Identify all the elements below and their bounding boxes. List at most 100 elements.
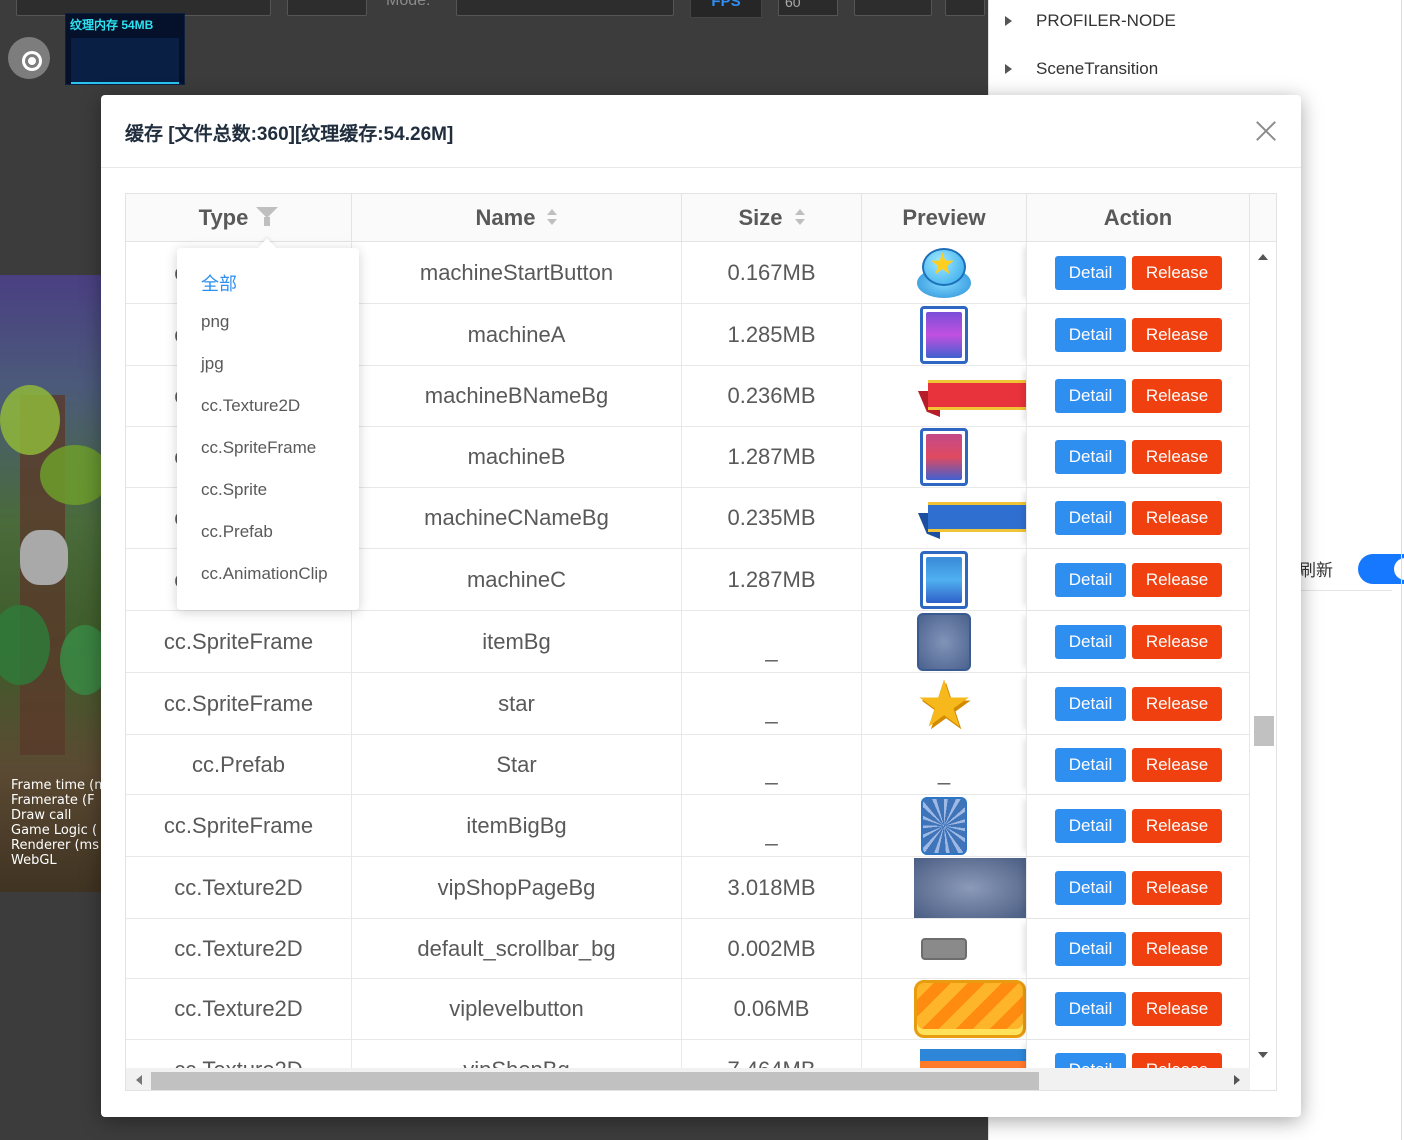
- expand-arrow-icon[interactable]: [1005, 64, 1012, 74]
- fps-button[interactable]: FPS: [690, 0, 762, 18]
- expand-arrow-icon[interactable]: [1005, 16, 1012, 26]
- filter-option[interactable]: cc.Prefab: [201, 522, 273, 542]
- column-header-label: Preview: [902, 205, 986, 230]
- cell-preview: [862, 919, 1026, 978]
- detail-button[interactable]: Detail: [1055, 747, 1126, 782]
- column-header-label: Type: [198, 205, 249, 230]
- cell-type: cc.SpriteFrame: [126, 611, 352, 672]
- preview-image: [914, 980, 1026, 1038]
- cell-type: cc.Texture2D: [126, 979, 352, 1039]
- detail-button[interactable]: Detail: [1055, 501, 1126, 535]
- release-button[interactable]: Release: [1132, 992, 1222, 1026]
- scroll-thumb[interactable]: [1254, 716, 1274, 746]
- detail-button[interactable]: Detail: [1055, 379, 1126, 413]
- horizontal-scrollbar[interactable]: [126, 1068, 1250, 1090]
- toolbar-button[interactable]: [287, 0, 367, 16]
- cell-action: DetailRelease: [1026, 795, 1250, 856]
- release-button[interactable]: Release: [1132, 501, 1222, 535]
- scroll-left-icon[interactable]: [136, 1075, 142, 1085]
- detail-button[interactable]: Detail: [1055, 317, 1126, 352]
- detail-button[interactable]: Detail: [1055, 440, 1126, 474]
- filter-option[interactable]: cc.SpriteFrame: [201, 438, 316, 458]
- cell-action: DetailRelease: [1026, 979, 1250, 1039]
- release-button[interactable]: Release: [1132, 440, 1222, 474]
- texture-memory-widget[interactable]: 纹理内存 54MB: [65, 13, 185, 85]
- filter-option[interactable]: jpg: [201, 354, 224, 374]
- detail-button[interactable]: Detail: [1055, 992, 1126, 1026]
- cell-size: 0.236MB: [682, 366, 862, 426]
- scroll-up-icon[interactable]: [1258, 254, 1268, 260]
- detail-button[interactable]: Detail: [1055, 1053, 1126, 1068]
- size-value: 7.464MB: [727, 1057, 815, 1068]
- fps-input[interactable]: 60: [778, 0, 838, 16]
- cell-name: itemBigBg: [352, 795, 682, 856]
- release-button[interactable]: Release: [1132, 747, 1222, 782]
- toolbar-button-2[interactable]: [854, 0, 932, 16]
- release-button[interactable]: Release: [1132, 562, 1222, 597]
- table-row[interactable]: cc.Texture2DvipShopBg 7.464MB Detail Releas…: [126, 1040, 1250, 1068]
- filter-icon[interactable]: [256, 207, 279, 227]
- detail-button[interactable]: Detail: [1055, 808, 1126, 843]
- cell-name: machineBNameBg: [352, 366, 682, 426]
- cell-name: star: [352, 673, 682, 734]
- column-header-label: Size: [738, 205, 783, 230]
- cell-size: 0.002MB: [682, 919, 862, 978]
- release-button[interactable]: Release: [1132, 317, 1222, 352]
- refresh-toggle[interactable]: [1358, 554, 1404, 584]
- release-button[interactable]: Release: [1132, 686, 1222, 721]
- table-row[interactable]: cc.Texture2D viplevelbutton 0.06MB Detail Re…: [126, 979, 1250, 1040]
- size-value: 1.287MB: [727, 444, 816, 469]
- detail-button[interactable]: Detail: [1055, 255, 1126, 290]
- cell-size: _: [682, 735, 862, 794]
- cell-name: vipShopBg: [352, 1040, 682, 1068]
- table-header: Type Name Size Preview Action: [126, 194, 1276, 242]
- column-header-type[interactable]: Type: [126, 194, 352, 242]
- sort-icon[interactable]: [547, 209, 558, 226]
- tree-item-profiler-node[interactable]: PROFILER-NODE: [1005, 11, 1176, 31]
- cell-size: _: [682, 673, 862, 734]
- tree-item-scene-transition[interactable]: SceneTransition: [1005, 59, 1158, 79]
- toolbar-button-3[interactable]: [945, 0, 985, 16]
- table-row[interactable]: cc.SpriteFrame itemBg _ Detail Release: [126, 611, 1250, 673]
- column-header-size[interactable]: Size: [682, 194, 862, 242]
- detail-button[interactable]: Detail: [1055, 686, 1126, 721]
- column-header-preview: Preview: [862, 194, 1026, 242]
- filter-option[interactable]: cc.Sprite: [201, 480, 267, 500]
- filter-option[interactable]: 全部: [201, 270, 237, 296]
- table-row[interactable]: cc.Prefab Star _ _ Detail Release: [126, 735, 1250, 795]
- scroll-down-icon[interactable]: [1258, 1052, 1268, 1058]
- release-button[interactable]: Release: [1132, 931, 1222, 966]
- table-row[interactable]: cc.Texture2D default_scrollbar_bg 0.002MB D…: [126, 919, 1250, 979]
- detail-button[interactable]: Detail: [1055, 870, 1126, 905]
- filter-option[interactable]: cc.AnimationClip: [201, 564, 328, 584]
- scroll-right-icon[interactable]: [1234, 1075, 1240, 1085]
- column-header-name[interactable]: Name: [352, 194, 682, 242]
- scroll-thumb-horizontal[interactable]: [151, 1072, 1039, 1090]
- size-value: 1.287MB: [727, 566, 816, 592]
- release-button[interactable]: Release: [1132, 255, 1222, 290]
- mode-select[interactable]: [456, 0, 674, 16]
- detail-button[interactable]: Detail: [1055, 931, 1126, 966]
- cell-name: machineB: [352, 427, 682, 487]
- cell-name: itemBg: [352, 611, 682, 672]
- release-button[interactable]: Release: [1132, 870, 1222, 905]
- vertical-scrollbar[interactable]: [1250, 242, 1276, 1068]
- release-button[interactable]: Release: [1132, 379, 1222, 413]
- filter-option[interactable]: png: [201, 312, 229, 332]
- cell-preview: [862, 488, 1026, 548]
- release-button[interactable]: Release: [1132, 624, 1222, 659]
- release-button[interactable]: Release: [1132, 808, 1222, 843]
- release-button[interactable]: Release: [1132, 1053, 1222, 1068]
- size-value: 0.002MB: [727, 935, 816, 961]
- filter-option[interactable]: cc.Texture2D: [201, 396, 300, 416]
- table-row[interactable]: cc.SpriteFrame itemBigBg _ Detail Release: [126, 795, 1250, 857]
- detail-button[interactable]: Detail: [1055, 562, 1126, 597]
- close-icon[interactable]: [1255, 120, 1277, 142]
- sort-icon[interactable]: [794, 209, 805, 226]
- table-row[interactable]: cc.SpriteFrame star _ ★ Detail Release: [126, 673, 1250, 735]
- detail-button[interactable]: Detail: [1055, 624, 1126, 659]
- table-row[interactable]: cc.Texture2D vipShopPageBg 3.018MB Detail Re…: [126, 857, 1250, 919]
- cell-action: DetailRelease: [1026, 857, 1250, 918]
- settings-gear-icon[interactable]: [8, 37, 50, 79]
- stat-line: Frame time (m: [11, 778, 107, 793]
